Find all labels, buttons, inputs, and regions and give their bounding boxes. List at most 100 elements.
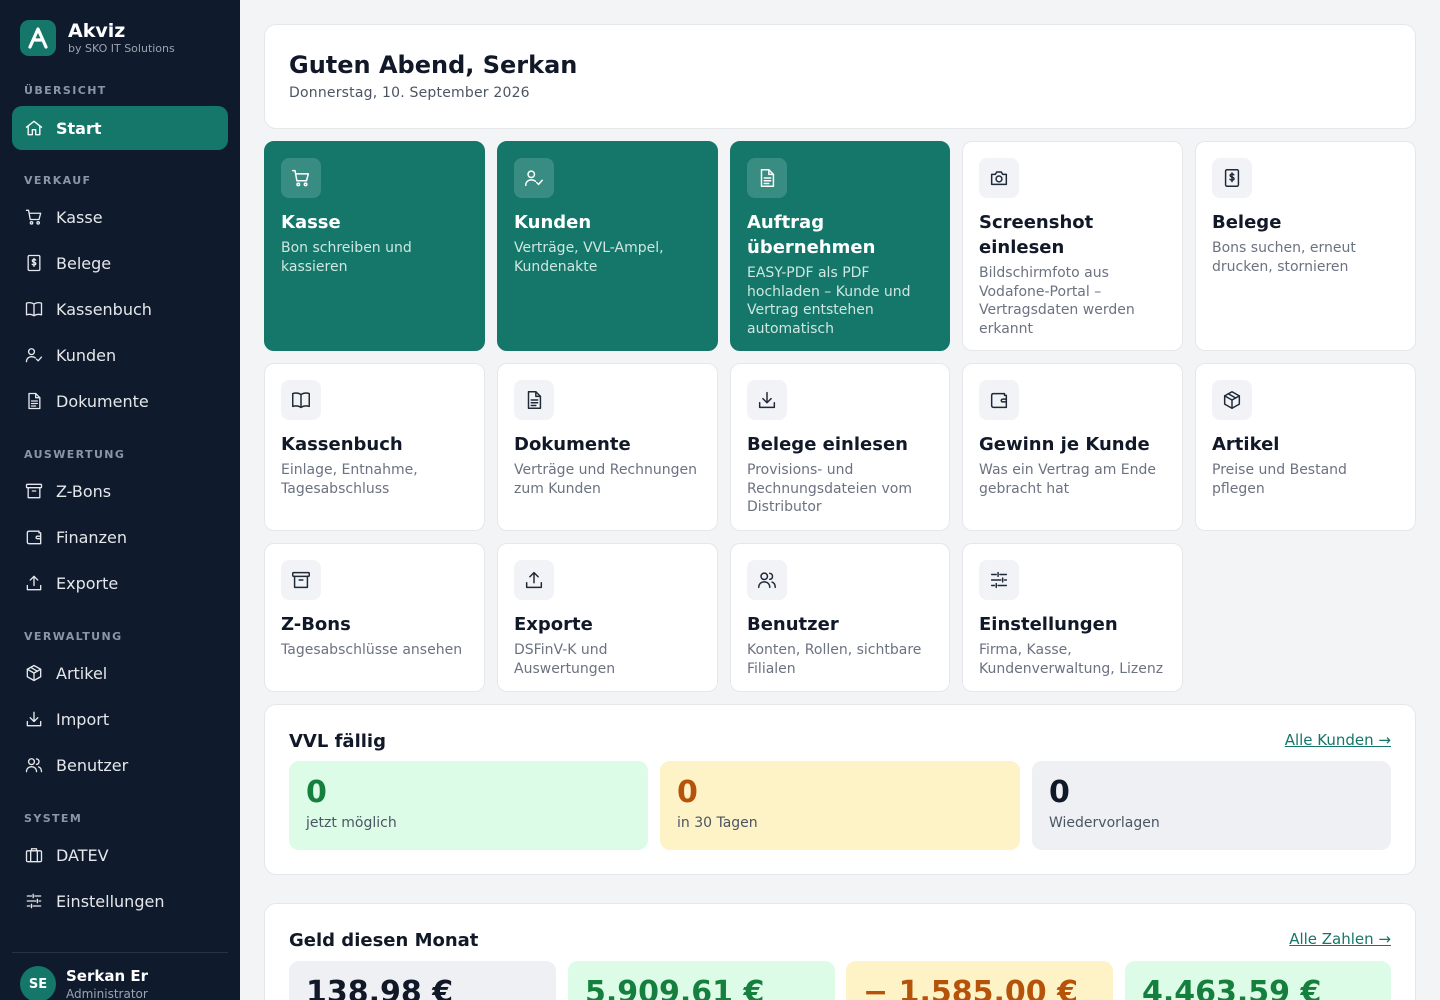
brand-logo (20, 20, 56, 56)
tile-belege[interactable]: Belege Bons suchen, erneut drucken, stor… (1195, 141, 1416, 351)
tile-einstellungen[interactable]: Einstellungen Firma, Kasse, Kundenverwal… (962, 543, 1183, 692)
money-title: Geld diesen Monat (289, 930, 479, 951)
users-icon (24, 755, 44, 775)
sidebar-item-kassenbuch[interactable]: Kassenbuch (12, 287, 228, 331)
sidebar-item-z-bons[interactable]: Z-Bons (12, 469, 228, 513)
tile-description: Bon schreiben und kassieren (281, 240, 412, 275)
cart-icon (24, 207, 44, 227)
tile-belege-einlesen[interactable]: Belege einlesen Provisions- und Rechnung… (730, 363, 950, 531)
stat-label: jetzt möglich (306, 815, 397, 831)
money-stat-cash[interactable]: 138,98 € (289, 961, 556, 1000)
sidebar-item-kasse[interactable]: Kasse (12, 195, 228, 239)
sidebar-item-label: Benutzer (56, 755, 129, 775)
money-value: 4.463,59 € (1142, 975, 1322, 1000)
section-label-auswertung: AUSWERTUNG (24, 448, 126, 461)
sidebar-item-label: Finanzen (56, 527, 127, 547)
brand-subtitle: by SKO IT Solutions (68, 42, 175, 55)
tile-title: Z-Bons (281, 614, 351, 635)
sliders-icon (979, 560, 1019, 600)
tile-auftrag-uebernehmen[interactable]: Auftrag übernehmen EASY-PDF als PDF hoch… (730, 141, 950, 351)
tile-description: Firma, Kasse, Kundenverwaltung, Lizenz (979, 642, 1164, 677)
tile-exporte[interactable]: Exporte DSFinV-K und Auswertungen (497, 543, 718, 692)
money-stat-expenses[interactable]: − 1.585,00 € (846, 961, 1113, 1000)
vvl-card: VVL fällig Alle Kunden → 0 jetzt möglich… (264, 704, 1416, 875)
logo-a-icon (28, 27, 48, 49)
tile-screenshot-einlesen[interactable]: Screenshot einlesen Bildschirmfoto aus V… (962, 141, 1183, 351)
money-stat-income[interactable]: 5.909,61 € (568, 961, 835, 1000)
sidebar-item-dokumente[interactable]: Dokumente (12, 379, 228, 423)
tile-title: Dokumente (514, 434, 631, 455)
sidebar-item-label: Kunden (56, 345, 117, 365)
tile-description: Einlage, Entnahme, Tagesabschluss (281, 462, 418, 497)
stat-label: in 30 Tagen (677, 815, 758, 831)
home-icon (24, 118, 44, 138)
tile-z-bons[interactable]: Z-Bons Tagesabschlüsse ansehen (264, 543, 485, 692)
tile-title: Belege einlesen (747, 434, 908, 455)
archive-icon (281, 560, 321, 600)
sidebar-item-start[interactable]: Start (12, 106, 228, 150)
archive-icon (24, 481, 44, 501)
all-numbers-link[interactable]: Alle Zahlen → (1289, 930, 1391, 948)
section-label-system: SYSTEM (24, 812, 83, 825)
document-icon (747, 158, 787, 198)
money-value: 5.909,61 € (585, 975, 765, 1000)
sidebar-item-belege[interactable]: Belege (12, 241, 228, 285)
sidebar-item-kunden[interactable]: Kunden (12, 333, 228, 377)
user-profile[interactable]: SE Serkan Er Administrator (20, 966, 148, 1000)
tile-title: Kassenbuch (281, 434, 403, 455)
brand[interactable]: Akviz by SKO IT Solutions (20, 20, 175, 56)
sidebar-item-exporte[interactable]: Exporte (12, 561, 228, 605)
sidebar-item-import[interactable]: Import (12, 697, 228, 741)
tile-title: Belege (1212, 212, 1282, 233)
page-title: Guten Abend, Serkan (289, 51, 578, 79)
tile-gewinn-je-kunde[interactable]: Gewinn je Kunde Was ein Vertrag am Ende … (962, 363, 1183, 531)
sidebar-item-artikel[interactable]: Artikel (12, 651, 228, 695)
sidebar-item-datev[interactable]: DATEV (12, 833, 228, 877)
tile-title: Screenshot einlesen (979, 212, 1094, 258)
receipt-icon (24, 253, 44, 273)
vvl-stat-30-days[interactable]: 0 in 30 Tagen (660, 761, 1020, 850)
sliders-icon (24, 891, 44, 911)
section-label-verkauf: VERKAUF (24, 174, 92, 187)
users-icon (747, 560, 787, 600)
user-name: Serkan Er (66, 966, 149, 985)
download-icon (747, 380, 787, 420)
tile-kasse[interactable]: Kasse Bon schreiben und kassieren (264, 141, 485, 351)
vvl-stat-follow-ups[interactable]: 0 Wiedervorlagen (1032, 761, 1391, 850)
tile-title: Exporte (514, 614, 593, 635)
tile-kunden[interactable]: Kunden Verträge, VVL-Ampel, Kundenakte (497, 141, 718, 351)
tile-title: Gewinn je Kunde (979, 434, 1150, 455)
sidebar-item-einstellungen[interactable]: Einstellungen (12, 879, 228, 923)
tile-description: Bildschirmfoto aus Vodafone-Portal – Ver… (979, 265, 1135, 337)
sidebar-item-benutzer[interactable]: Benutzer (12, 743, 228, 787)
sidebar-item-label: DATEV (56, 845, 109, 865)
sidebar-item-label: Z-Bons (56, 481, 112, 501)
document-icon (24, 391, 44, 411)
tile-dokumente[interactable]: Dokumente Verträge und Rechnungen zum Ku… (497, 363, 718, 531)
tile-description: DSFinV-K und Auswertungen (514, 642, 616, 677)
sidebar-item-label: Import (56, 709, 110, 729)
money-stat-profit[interactable]: 4.463,59 € (1125, 961, 1391, 1000)
tile-benutzer[interactable]: Benutzer Konten, Rollen, sichtbare Filia… (730, 543, 950, 692)
stat-value: 0 (1049, 775, 1070, 810)
user-check-icon (24, 345, 44, 365)
vvl-stat-now[interactable]: 0 jetzt möglich (289, 761, 648, 850)
tile-artikel[interactable]: Artikel Preise und Bestand pflegen (1195, 363, 1416, 531)
brand-name: Akviz (68, 20, 126, 42)
tile-title: Kunden (514, 212, 592, 233)
user-role: Administrator (66, 986, 148, 1000)
tile-title: Einstellungen (979, 614, 1118, 635)
document-icon (514, 380, 554, 420)
user-check-icon (514, 158, 554, 198)
building-icon (24, 845, 44, 865)
money-value: − 1.585,00 € (863, 975, 1078, 1000)
sidebar-item-finanzen[interactable]: Finanzen (12, 515, 228, 559)
sidebar-item-label: Kasse (56, 207, 103, 227)
all-customers-link[interactable]: Alle Kunden → (1285, 731, 1391, 749)
sidebar-item-label: Exporte (56, 573, 119, 593)
stat-value: 0 (677, 775, 698, 810)
tile-kassenbuch[interactable]: Kassenbuch Einlage, Entnahme, Tagesabsch… (264, 363, 485, 531)
tile-title: Benutzer (747, 614, 839, 635)
cart-icon (281, 158, 321, 198)
tile-description: Verträge, VVL-Ampel, Kundenakte (514, 240, 664, 275)
